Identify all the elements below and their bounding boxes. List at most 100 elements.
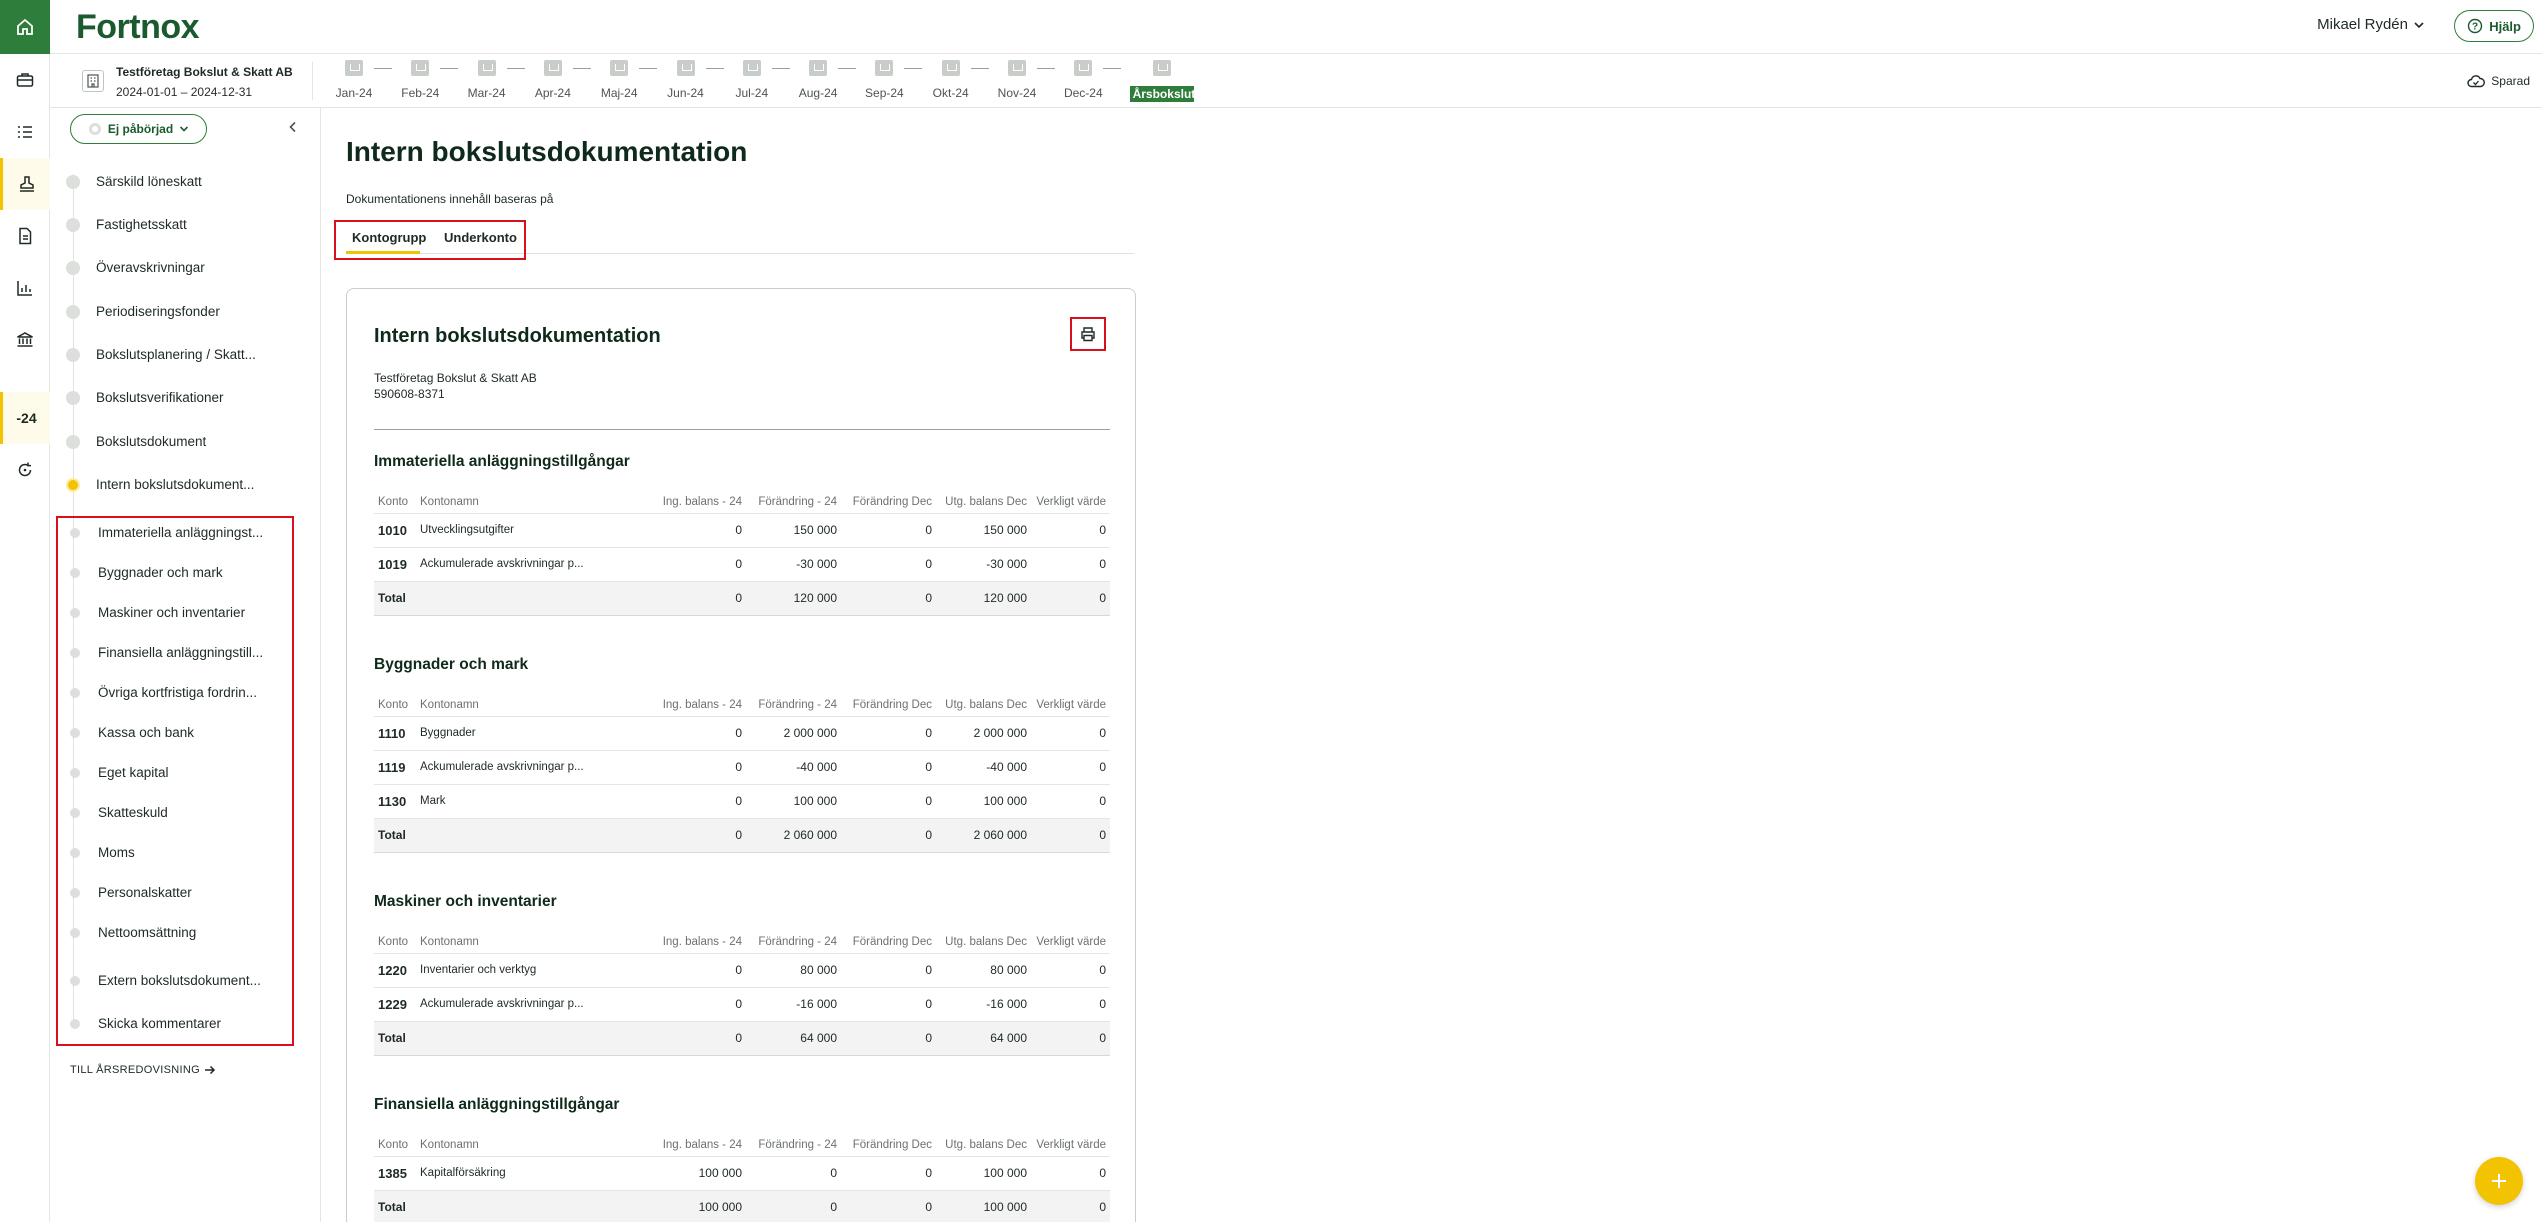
column-header[interactable]: Förändring Dec [841,491,936,514]
step-item[interactable]: Intern bokslutsdokument... [66,477,272,492]
rail-checklist[interactable] [0,106,50,158]
month-1[interactable]: Feb-24 [400,60,440,100]
step-item[interactable]: Överavskrivningar [66,260,272,275]
lock-icon [411,60,430,76]
column-header[interactable]: Ing. balans - 24 [616,694,746,717]
cell-value: 0 [616,750,746,785]
column-header[interactable]: Utg. balans Dec [936,1134,1031,1157]
column-header[interactable]: Konto [374,694,416,717]
step-status-dot [66,174,80,189]
step-item[interactable]: Särskild löneskatt [66,174,272,189]
account-section: Finansiella anläggningstillgångar Konto Ko… [374,1096,1110,1222]
lock-icon [610,60,629,76]
rail-document[interactable] [0,210,50,262]
column-header[interactable]: Ing. balans - 24 [616,1134,746,1157]
account-name: Utvecklingsutgifter [416,513,616,548]
table-row[interactable]: 1385 Kapitalförsäkring 100 000 0 0 100 000 0 [374,1156,1110,1191]
month-0[interactable]: Jan-24 [334,60,374,100]
lock-icon [1074,60,1093,76]
user-menu[interactable]: Mikael Rydén [2317,16,2424,33]
help-button[interactable]: ? Hjälp [2454,10,2534,42]
collapse-sidebar-button[interactable] [288,120,298,138]
column-header[interactable]: Ing. balans - 24 [616,491,746,514]
total-value: 64 000 [936,1021,1031,1056]
column-header[interactable]: Kontonamn [416,491,616,514]
step-item[interactable]: Periodiseringsfonder [66,304,272,319]
month-5[interactable]: Jun-24 [666,60,706,100]
column-header[interactable]: Utg. balans Dec [936,931,1031,954]
checklist-icon [18,126,32,138]
card-title: Intern bokslutsdokumentation [374,325,661,347]
column-header[interactable]: Kontonamn [416,931,616,954]
table-header-row: Konto Kontonamn Ing. balans - 24 Förändring… [374,1134,1110,1157]
rail-stamp[interactable] [0,158,50,210]
month-6[interactable]: Jul-24 [732,60,772,100]
column-header[interactable]: Förändring - 24 [746,931,841,954]
column-header[interactable]: Förändring - 24 [746,491,841,514]
column-header[interactable]: Verkligt värde [1031,694,1110,717]
rail-reports[interactable] [0,262,50,314]
month-4[interactable]: Maj-24 [599,60,639,100]
column-header[interactable]: Kontonamn [416,1134,616,1157]
month-8[interactable]: Sep-24 [864,60,904,100]
add-button[interactable] [2475,1157,2523,1205]
table-row[interactable]: 1110 Byggnader 0 2 000 000 0 2 000 000 0 [374,716,1110,751]
column-header[interactable]: Konto [374,491,416,514]
account-table: Konto Kontonamn Ing. balans - 24 Förändring… [374,491,1110,616]
month-10[interactable]: Nov-24 [997,60,1037,100]
column-header[interactable]: Kontonamn [416,694,616,717]
month-3[interactable]: Apr-24 [533,60,573,100]
column-header[interactable]: Verkligt värde [1031,931,1110,954]
total-value: 2 060 000 [936,818,1031,853]
table-row[interactable]: 1220 Inventarier och verktyg 0 80 000 0 80 00… [374,953,1110,988]
column-header[interactable]: Utg. balans Dec [936,491,1031,514]
total-value: 120 000 [936,581,1031,616]
column-header[interactable]: Verkligt värde [1031,491,1110,514]
rail-year[interactable]: -24 [0,392,50,444]
table-row[interactable]: 1010 Utvecklingsutgifter 0 150 000 0 150 000 0 [374,513,1110,548]
column-header[interactable]: Konto [374,1134,416,1157]
column-header[interactable]: Förändring Dec [841,694,936,717]
total-blank-cell [416,818,616,853]
fortnox-logo[interactable]: Fortnox [76,8,200,47]
step-item[interactable]: Bokslutsdokument [66,434,272,449]
column-header[interactable]: Förändring - 24 [746,694,841,717]
step-item[interactable]: Bokslutsplanering / Skatt... [66,347,272,362]
month-label: Dec-24 [1063,86,1103,100]
print-button[interactable] [1070,317,1106,351]
table-row[interactable]: 1130 Mark 0 100 000 0 100 000 0 [374,784,1110,819]
column-header[interactable]: Ing. balans - 24 [616,931,746,954]
status-dropdown[interactable]: Ej påbörjad [70,114,207,144]
rail-bank[interactable] [0,314,50,366]
month-7[interactable]: Aug-24 [798,60,838,100]
table-row[interactable]: 1229 Ackumulerade avskrivningar p... 0 -16 … [374,987,1110,1022]
column-header[interactable]: Förändring Dec [841,1134,936,1157]
lock-icon [809,60,828,76]
month-11[interactable]: Dec-24 [1063,60,1103,100]
home-button[interactable] [0,0,50,54]
cell-value: 100 000 [746,784,841,819]
step-label: Periodiseringsfonder [96,304,220,319]
column-header[interactable]: Verkligt värde [1031,1134,1110,1157]
step-item[interactable]: Fastighetsskatt [66,217,272,232]
column-header[interactable]: Konto [374,931,416,954]
rail-refresh[interactable] [0,444,50,496]
table-row[interactable]: 1019 Ackumulerade avskrivningar p... 0 -30 … [374,547,1110,582]
cell-value: 0 [616,513,746,548]
to-annual-report-link[interactable]: TILL ÅRSREDOVISNING [70,1064,216,1076]
table-row[interactable]: 1119 Ackumulerade avskrivningar p... 0 -40 … [374,750,1110,785]
cell-value: 0 [616,987,746,1022]
account-number: 1130 [374,784,416,819]
cell-value: 0 [616,953,746,988]
month-2[interactable]: Mar-24 [467,60,507,100]
rail-briefcase[interactable] [0,54,50,106]
to-annual-label: TILL ÅRSREDOVISNING [70,1064,200,1076]
month-9[interactable]: Okt-24 [931,60,971,100]
cell-value: -16 000 [936,987,1031,1022]
column-header[interactable]: Förändring Dec [841,931,936,954]
column-header[interactable]: Förändring - 24 [746,1134,841,1157]
step-item[interactable]: Bokslutsverifikationer [66,390,272,405]
month-12[interactable]: Årsbokslut [1129,60,1195,102]
cell-value: 2 000 000 [936,716,1031,751]
column-header[interactable]: Utg. balans Dec [936,694,1031,717]
